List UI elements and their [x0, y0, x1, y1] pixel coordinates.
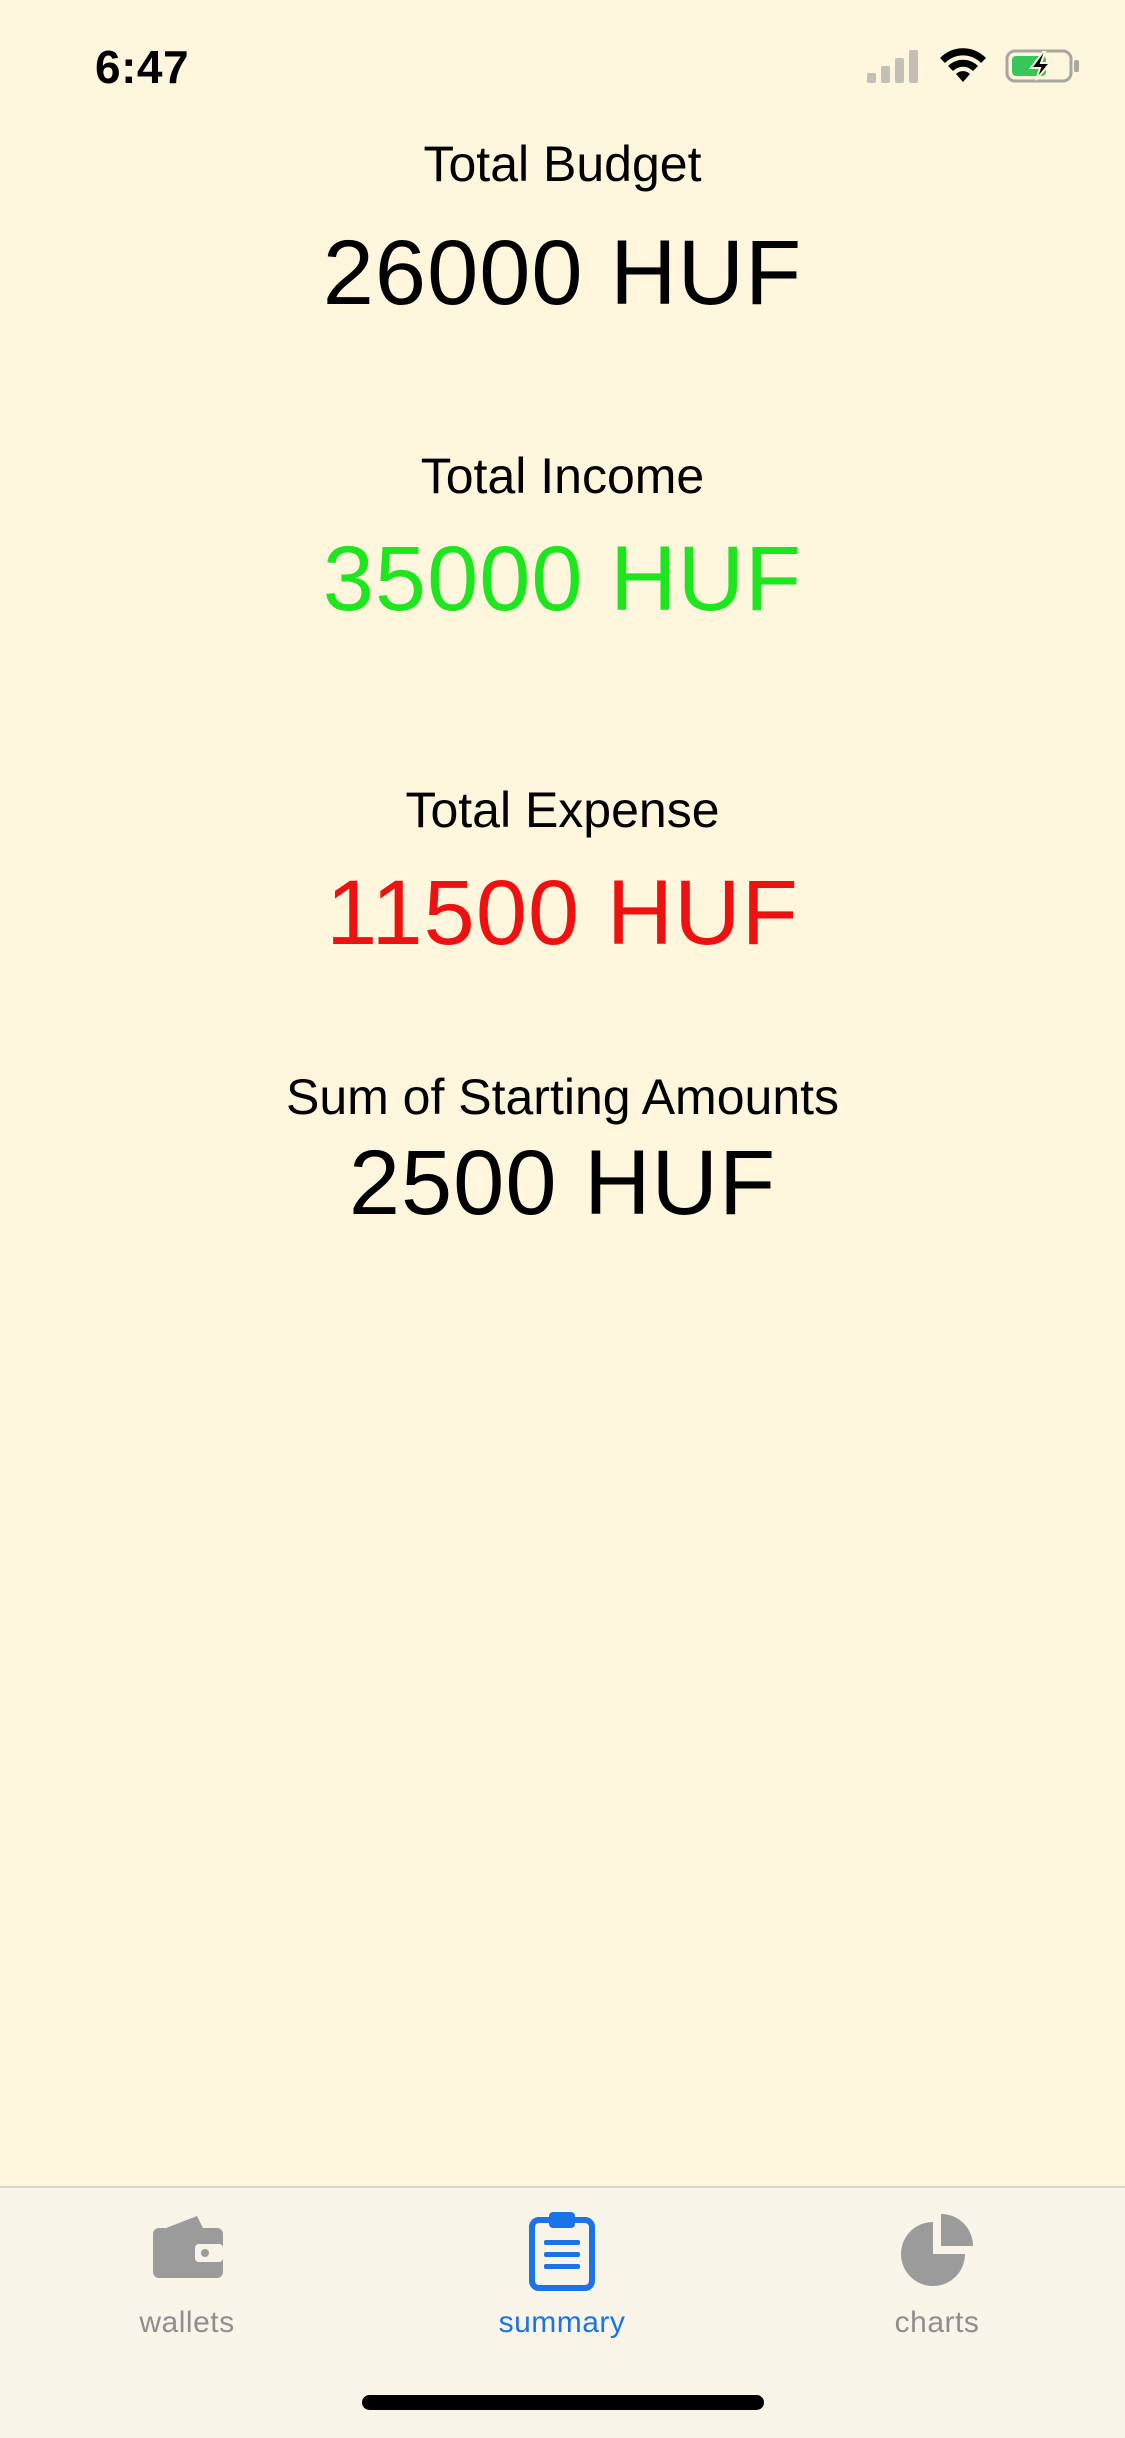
cellular-signal-icon: [867, 50, 918, 83]
starting-amounts-value: 2500 HUF: [348, 1132, 777, 1234]
battery-charging-icon: [1005, 49, 1079, 83]
starting-amounts-label: Sum of Starting Amounts: [285, 1069, 840, 1125]
total-budget-value: 26000 HUF: [322, 222, 803, 324]
status-icons: [865, 48, 1081, 84]
clipboard-icon: [529, 2212, 595, 2291]
total-expense-value: 11500 HUF: [326, 862, 799, 964]
tab-charts[interactable]: charts: [812, 2208, 1062, 2340]
tab-summary[interactable]: summary: [437, 2208, 687, 2340]
tab-wallets[interactable]: wallets: [62, 2208, 312, 2340]
total-expense-label: Total Expense: [405, 782, 720, 838]
wifi-icon: [940, 48, 986, 82]
home-indicator[interactable]: [362, 2395, 764, 2410]
wallet-icon: [153, 2216, 223, 2278]
pie-chart-icon: [901, 2214, 973, 2286]
tab-charts-label: charts: [894, 2306, 980, 2339]
tab-wallets-label: wallets: [139, 2306, 235, 2339]
status-bar: 6:47: [0, 0, 1125, 132]
status-time: 6:47: [95, 41, 190, 93]
total-income-label: Total Income: [420, 448, 705, 504]
tab-summary-label: summary: [498, 2306, 626, 2339]
total-budget-label: Total Budget: [423, 136, 702, 192]
total-income-value: 35000 HUF: [322, 528, 803, 630]
